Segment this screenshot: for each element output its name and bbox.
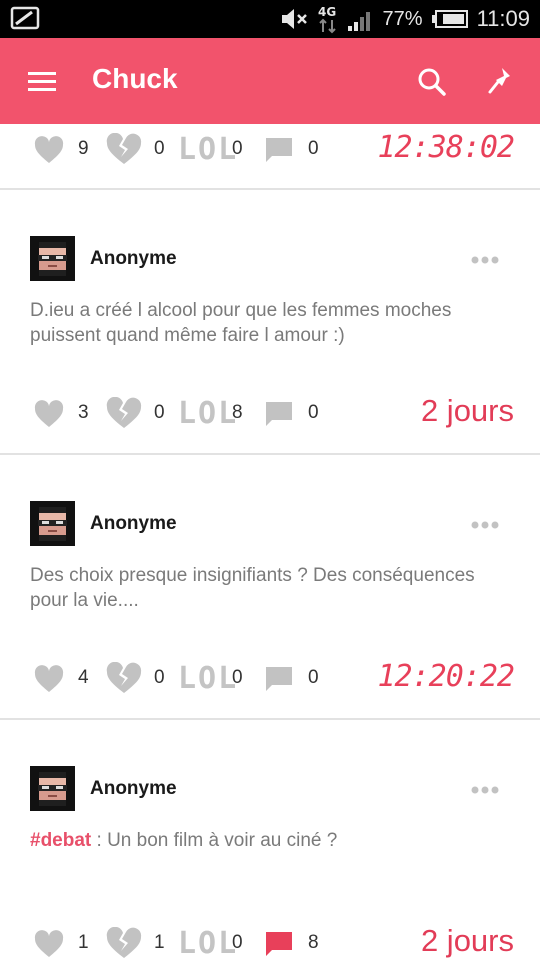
like-button[interactable]: [34, 665, 64, 697]
heart-icon: [34, 400, 64, 427]
dislike-button[interactable]: [106, 132, 142, 169]
battery-icon: [431, 9, 469, 29]
post-card: Anonyme Des choix presque insignifiants …: [0, 455, 540, 720]
pin-button[interactable]: [482, 64, 518, 100]
post-actions: 4 0 LOL 0 0 12:20:22: [0, 659, 540, 701]
comment-button[interactable]: [264, 665, 294, 697]
like-button[interactable]: [34, 930, 64, 962]
more-options-button[interactable]: [470, 252, 500, 266]
author-name[interactable]: Anonyme: [90, 778, 177, 800]
likes-count: 4: [78, 667, 89, 688]
mute-icon: [279, 7, 309, 31]
post-timestamp: 2 jours: [420, 393, 514, 428]
author-name[interactable]: Anonyme: [90, 248, 177, 270]
comments-count: 0: [308, 402, 319, 423]
avatar[interactable]: [30, 501, 75, 546]
lol-count: 8: [232, 402, 243, 423]
post-card: Anonyme D.ieu a créé l alcool pour que l…: [0, 190, 540, 455]
like-button[interactable]: [34, 400, 64, 432]
network-4g-icon: 4G: [317, 4, 339, 34]
comments-count: 0: [308, 667, 319, 688]
more-options-button[interactable]: [470, 782, 500, 796]
more-dots-icon: [471, 786, 499, 794]
avatar[interactable]: [30, 236, 75, 281]
post-card: Anonyme #debat : Un bon film à voir au c…: [0, 720, 540, 961]
comments-count: 8: [308, 932, 319, 953]
likes-count: 1: [78, 932, 89, 953]
post-text: #debat : Un bon film à voir au ciné ?: [30, 828, 510, 853]
dislike-button[interactable]: [106, 661, 142, 698]
dislikes-count: 1: [154, 932, 165, 953]
broken-heart-icon: [106, 132, 142, 164]
post-card: 9 0 LOL 0 0 12:38:02: [0, 124, 540, 190]
more-options-button[interactable]: [470, 517, 500, 531]
comment-button[interactable]: [264, 136, 294, 168]
comment-active-icon: [266, 932, 292, 956]
post-text-body: : Un bon film à voir au ciné ?: [91, 830, 338, 851]
lol-count: 0: [232, 932, 243, 953]
comment-icon: [266, 667, 292, 691]
ninja-avatar-icon: [30, 236, 75, 281]
post-timestamp: 12:38:02: [377, 130, 515, 165]
post-timestamp: 2 jours: [420, 923, 514, 958]
notification-icon: [10, 6, 40, 30]
pin-icon: [488, 68, 510, 94]
post-text: Des choix presque insignifiants ? Des co…: [30, 565, 475, 611]
heart-icon: [34, 665, 64, 692]
dislike-button[interactable]: [106, 396, 142, 433]
svg-text:4G: 4G: [318, 5, 336, 19]
dislikes-count: 0: [154, 138, 165, 159]
post-actions: 3 0 LOL 8 0 2 jours: [0, 393, 540, 436]
post-actions: 9 0 LOL 0 0 12:38:02: [0, 130, 540, 172]
signal-icon: [347, 6, 375, 32]
like-button[interactable]: [34, 136, 64, 168]
comments-count: 0: [308, 138, 319, 159]
hashtag-link[interactable]: #debat: [30, 830, 91, 851]
likes-count: 3: [78, 402, 89, 423]
clock: 11:09: [476, 6, 530, 31]
app-bar: Chuck: [0, 38, 540, 124]
status-bar: 4G 77% 11:09: [0, 0, 540, 38]
avatar[interactable]: [30, 766, 75, 811]
dislike-button[interactable]: [106, 926, 142, 963]
author-name[interactable]: Anonyme: [90, 513, 177, 535]
comment-button[interactable]: [264, 400, 294, 432]
broken-heart-icon: [106, 926, 142, 958]
ninja-avatar-icon: [30, 501, 75, 546]
lol-count: 0: [232, 667, 243, 688]
more-dots-icon: [471, 521, 499, 529]
heart-icon: [34, 136, 64, 163]
more-dots-icon: [471, 256, 499, 264]
menu-button[interactable]: [22, 62, 62, 102]
lol-button[interactable]: LOL: [178, 132, 238, 167]
post-text: D.ieu a créé l alcool pour que les femme…: [30, 300, 452, 346]
battery-percent: 77%: [382, 7, 423, 30]
lol-button[interactable]: LOL: [178, 396, 238, 431]
search-icon: [418, 68, 446, 96]
lol-count: 0: [232, 138, 243, 159]
ninja-avatar-icon: [30, 766, 75, 811]
search-button[interactable]: [414, 64, 450, 100]
broken-heart-icon: [106, 661, 142, 693]
dislikes-count: 0: [154, 402, 165, 423]
lol-button[interactable]: LOL: [178, 661, 238, 696]
broken-heart-icon: [106, 396, 142, 428]
post-timestamp: 12:20:22: [377, 659, 515, 694]
likes-count: 9: [78, 138, 89, 159]
menu-icon: [28, 72, 56, 91]
comment-button[interactable]: [264, 930, 294, 962]
heart-icon: [34, 930, 64, 957]
comment-icon: [266, 138, 292, 162]
comment-icon: [266, 402, 292, 426]
post-actions: 1 1 LOL 0 8 2 jours: [0, 923, 540, 966]
dislikes-count: 0: [154, 667, 165, 688]
lol-button[interactable]: LOL: [178, 926, 238, 961]
app-title: Chuck: [92, 63, 178, 94]
